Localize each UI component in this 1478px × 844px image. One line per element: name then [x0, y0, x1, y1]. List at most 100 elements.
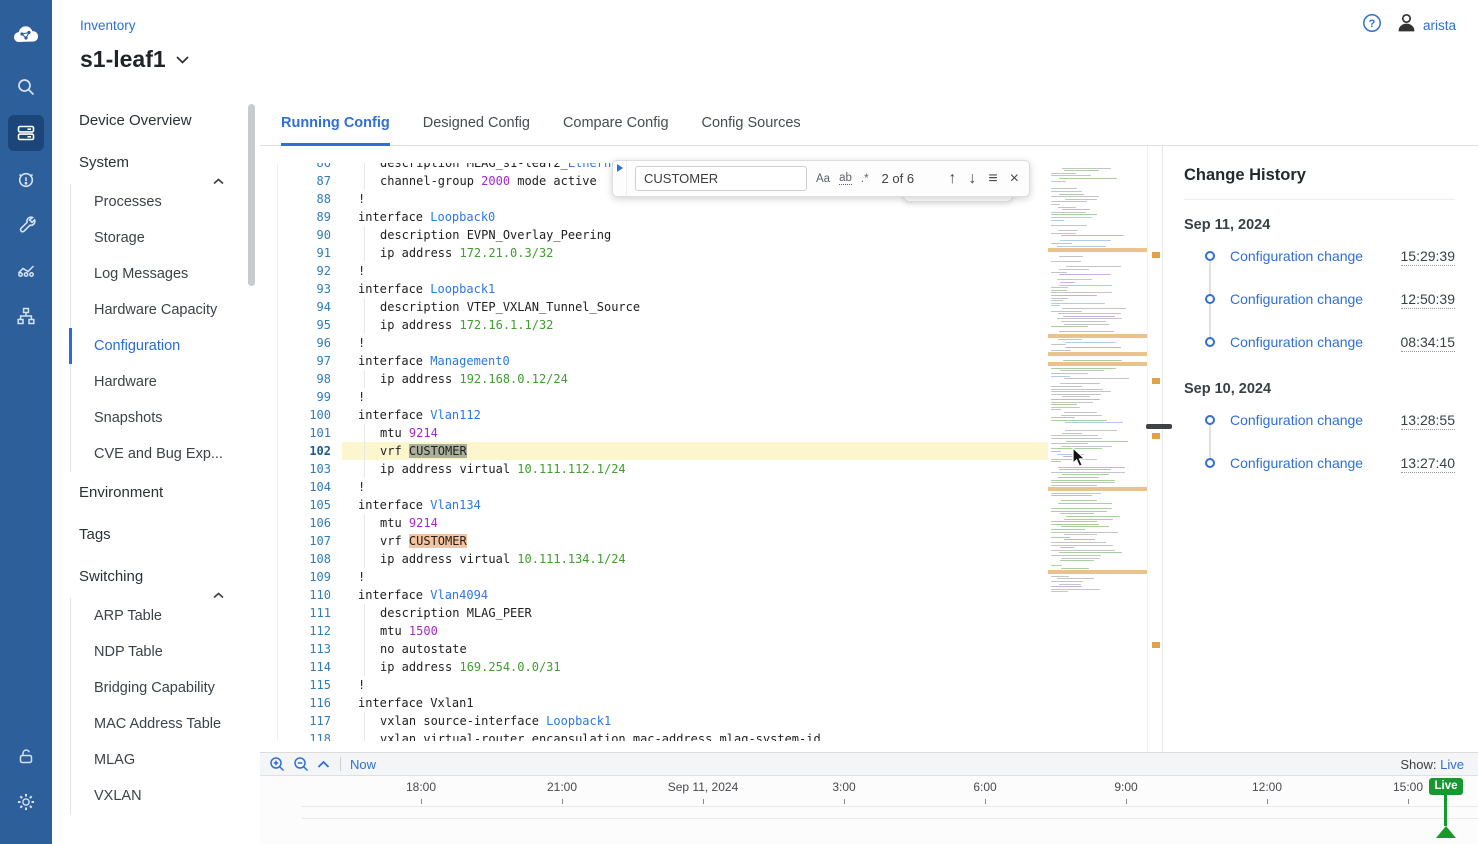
history-group: Configuration change 13:28:55 Configuratio…: [1184, 399, 1455, 485]
code-line-92[interactable]: 92!: [278, 262, 1048, 280]
history-time[interactable]: 12:50:39: [1401, 291, 1456, 309]
code-line-118[interactable]: 118vxlan virtual-router encapsulation ma…: [278, 730, 1048, 741]
configuration-change-link[interactable]: Configuration change: [1230, 291, 1363, 307]
code-line-90[interactable]: 90description EVPN_Overlay_Peering: [278, 226, 1048, 244]
zoom-in-icon[interactable]: [269, 756, 286, 773]
user-name[interactable]: arista: [1423, 18, 1456, 33]
sidebar-item-cve-and-bug-exp[interactable]: CVE and Bug Exp...: [71, 436, 260, 472]
tab-running-config[interactable]: Running Config: [281, 100, 390, 146]
live-badge[interactable]: Live: [1429, 778, 1463, 795]
code-line-109[interactable]: 109!: [278, 568, 1048, 586]
code-line-99[interactable]: 99!: [278, 388, 1048, 406]
previous-match-icon[interactable]: ↑: [948, 171, 956, 187]
code-line-115[interactable]: 115!: [278, 676, 1048, 694]
match-case-icon[interactable]: Aa: [816, 173, 830, 185]
sidebar-item-hardware-capacity[interactable]: Hardware Capacity: [71, 292, 260, 328]
metrics-icon[interactable]: [8, 252, 44, 288]
user-icon[interactable]: [1396, 12, 1417, 39]
sidebar-scrollbar[interactable]: [248, 104, 255, 286]
tab-config-sources[interactable]: Config Sources: [702, 100, 801, 146]
lock-icon[interactable]: [8, 738, 44, 774]
code-line-102[interactable]: 102vrf CUSTOMER: [278, 442, 1048, 460]
sidebar-item-system[interactable]: System: [52, 142, 260, 184]
code-line-112[interactable]: 112mtu 1500: [278, 622, 1048, 640]
sidebar-item-environment[interactable]: Environment: [52, 472, 260, 514]
topology-icon[interactable]: [8, 298, 44, 334]
code-line-111[interactable]: 111description MLAG_PEER: [278, 604, 1048, 622]
configuration-change-link[interactable]: Configuration change: [1230, 334, 1363, 350]
find-input[interactable]: [635, 166, 807, 191]
history-time[interactable]: 13:28:55: [1401, 412, 1456, 430]
gear-icon[interactable]: [8, 784, 44, 820]
sidebar-item-snapshots[interactable]: Snapshots: [71, 400, 260, 436]
editor-overview-ruler[interactable]: [1147, 146, 1162, 752]
code-line-97[interactable]: 97interface Management0: [278, 352, 1048, 370]
code-line-98[interactable]: 98ip address 192.168.0.12/24: [278, 370, 1048, 388]
sidebar-item-vxlan[interactable]: VXLAN: [71, 778, 260, 814]
sidebar-item-arp-table[interactable]: ARP Table: [71, 598, 260, 634]
toggle-replace-chevron-icon[interactable]: [613, 161, 627, 196]
sidebar-item-storage[interactable]: Storage: [71, 220, 260, 256]
help-icon[interactable]: ?: [1362, 13, 1382, 38]
code-line-96[interactable]: 96!: [278, 334, 1048, 352]
device-selector-chevron-icon[interactable]: [176, 51, 189, 69]
code-line-93[interactable]: 93interface Loopback1: [278, 280, 1048, 298]
configuration-change-link[interactable]: Configuration change: [1230, 412, 1363, 428]
code-line-105[interactable]: 105interface Vlan134: [278, 496, 1048, 514]
code-line-114[interactable]: 114ip address 169.254.0.0/31: [278, 658, 1048, 676]
code-line-117[interactable]: 117vxlan source-interface Loopback1: [278, 712, 1048, 730]
panel-resize-handle[interactable]: [1146, 424, 1172, 429]
code-line-110[interactable]: 110interface Vlan4094: [278, 586, 1048, 604]
whole-word-icon[interactable]: ab: [839, 172, 852, 185]
code-line-104[interactable]: 104!: [278, 478, 1048, 496]
line-content: ip address 192.168.0.12/24: [342, 370, 1048, 388]
cloudvision-logo[interactable]: [8, 17, 44, 53]
tab-compare-config[interactable]: Compare Config: [563, 100, 669, 146]
code-line-94[interactable]: 94description VTEP_VXLAN_Tunnel_Source: [278, 298, 1048, 316]
code-line-91[interactable]: 91ip address 172.21.0.3/32: [278, 244, 1048, 262]
sidebar-item-processes[interactable]: Processes: [71, 184, 260, 220]
history-time[interactable]: 13:27:40: [1401, 455, 1456, 473]
code-line-95[interactable]: 95ip address 172.16.1.1/32: [278, 316, 1048, 334]
code-line-103[interactable]: 103ip address virtual 10.111.112.1/24: [278, 460, 1048, 478]
provisioning-icon[interactable]: [8, 206, 44, 242]
sidebar-item-ndp-table[interactable]: NDP Table: [71, 634, 260, 670]
zoom-out-icon[interactable]: [293, 756, 310, 773]
tab-designed-config[interactable]: Designed Config: [423, 100, 530, 146]
code-line-107[interactable]: 107vrf CUSTOMER: [278, 532, 1048, 550]
code-line-108[interactable]: 108ip address virtual 10.111.134.1/24: [278, 550, 1048, 568]
code-line-89[interactable]: 89interface Loopback0: [278, 208, 1048, 226]
code-line-101[interactable]: 101mtu 9214: [278, 424, 1048, 442]
show-live-link[interactable]: Live: [1440, 757, 1464, 772]
code-viewport[interactable]: 86description MLAG_s1-leaf2_Ethernet387c…: [277, 163, 1048, 741]
sidebar-item-switching[interactable]: Switching: [52, 556, 260, 598]
sidebar-item-mlag[interactable]: MLAG: [71, 742, 260, 778]
now-button[interactable]: Now: [350, 757, 376, 772]
history-time[interactable]: 08:34:15: [1401, 334, 1456, 352]
configuration-change-link[interactable]: Configuration change: [1230, 248, 1363, 264]
configuration-change-link[interactable]: Configuration change: [1230, 455, 1363, 471]
search-icon[interactable]: [8, 69, 44, 105]
devices-icon[interactable]: [8, 115, 44, 151]
sidebar-item-tags[interactable]: Tags: [52, 514, 260, 556]
events-icon[interactable]: [8, 161, 44, 197]
breadcrumb[interactable]: Inventory: [80, 18, 136, 33]
timeline-chart[interactable]: 18:0021:00Sep 11, 20243:006:009:0012:001…: [260, 776, 1478, 844]
editor-minimap[interactable]: [1048, 163, 1147, 741]
sidebar-item-bridging-capability[interactable]: Bridging Capability: [71, 670, 260, 706]
code-line-116[interactable]: 116interface Vxlan1: [278, 694, 1048, 712]
next-match-icon[interactable]: ↓: [968, 171, 976, 187]
close-find-icon[interactable]: ×: [1010, 171, 1019, 187]
find-in-selection-icon[interactable]: ≡: [988, 171, 997, 187]
regex-icon[interactable]: .*: [861, 173, 869, 185]
collapse-timeline-icon[interactable]: [317, 760, 330, 769]
code-line-113[interactable]: 113no autostate: [278, 640, 1048, 658]
sidebar-item-mac-address-table[interactable]: MAC Address Table: [71, 706, 260, 742]
sidebar-item-hardware[interactable]: Hardware: [71, 364, 260, 400]
sidebar-item-device-overview[interactable]: Device Overview: [52, 100, 260, 142]
history-time[interactable]: 15:29:39: [1401, 248, 1456, 266]
code-line-106[interactable]: 106mtu 9214: [278, 514, 1048, 532]
sidebar-item-log-messages[interactable]: Log Messages: [71, 256, 260, 292]
code-line-100[interactable]: 100interface Vlan112: [278, 406, 1048, 424]
sidebar-item-configuration[interactable]: Configuration: [71, 328, 260, 364]
